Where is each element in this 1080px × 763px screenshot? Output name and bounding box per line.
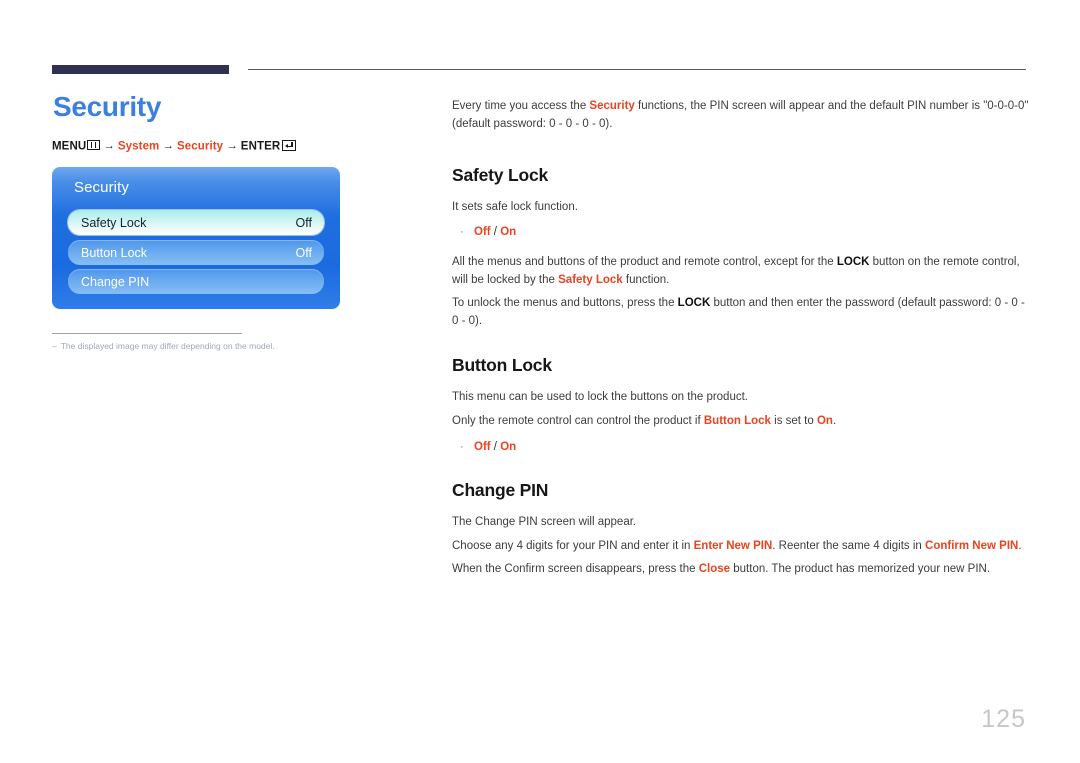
section-heading-change-pin: Change PIN: [452, 479, 549, 500]
change-pin-desc: The Change PIN screen will appear.: [452, 515, 637, 528]
note-text: Only the remote control can control the …: [452, 414, 704, 427]
osd-row-value: Off: [295, 245, 312, 260]
note-text: When the Confirm screen disappears, pres…: [452, 563, 699, 576]
intro-paragraph: Every time you access the Security funct…: [452, 98, 1032, 134]
section-heading-safety-lock: Safety Lock: [452, 164, 549, 185]
bullet-text: Off / On: [474, 439, 516, 456]
osd-row-change-pin[interactable]: Change PIN: [68, 269, 324, 295]
breadcrumb-step-security: Security: [177, 140, 224, 153]
enter-return-icon: [282, 139, 297, 151]
section-heading-button-lock: Button Lock: [452, 354, 552, 375]
safety-lock-options: · Off / On: [452, 224, 1032, 241]
note-button-lock-ref: Button Lock: [703, 414, 771, 427]
osd-row-label: Change PIN: [81, 274, 150, 289]
intro-highlight-security: Security: [589, 100, 635, 112]
safety-lock-note-2: To unlock the menus and buttons, press t…: [452, 295, 1032, 331]
menu-grid-icon: [87, 140, 101, 151]
note-text: button. The product has memorized your n…: [730, 563, 991, 576]
osd-row-safety-lock[interactable]: Safety Lock Off: [68, 210, 324, 236]
header-rules: [0, 0, 1080, 90]
bullet-dot-icon: ·: [460, 226, 464, 239]
left-column: Security MENU → System → Security → ENTER Secu…: [52, 91, 397, 353]
button-lock-note: Only the remote control can control the …: [452, 413, 1032, 431]
footnote-text: – The displayed image may differ dependin…: [52, 341, 306, 353]
note-text: All the menus and buttons of the product…: [452, 255, 837, 268]
page-title: Security: [53, 91, 162, 122]
change-pin-note-1: Choose any 4 digits for your PIN and ent…: [452, 538, 1032, 556]
note-text: is set to: [770, 414, 817, 427]
change-pin-note-2: When the Confirm screen disappears, pres…: [452, 561, 1032, 579]
option-off: Off: [474, 440, 491, 453]
note-text: function.: [622, 273, 670, 286]
option-separator: /: [490, 226, 501, 239]
breadcrumb-arrow-1: →: [103, 140, 115, 153]
osd-row-value: Off: [295, 215, 312, 230]
bullet-text: Off / On: [474, 224, 516, 241]
option-off: Off: [474, 226, 491, 239]
note-close-ref: Close: [698, 563, 731, 576]
breadcrumb-menu-label: MENU: [52, 140, 87, 153]
option-on: On: [500, 440, 517, 453]
header-rule-thick: [52, 65, 229, 74]
osd-row-button-lock[interactable]: Button Lock Off: [68, 240, 324, 266]
note-safety-lock-ref: Safety Lock: [558, 273, 623, 286]
note-confirm-new-pin-ref: Confirm New PIN: [925, 539, 1019, 552]
osd-row-label: Safety Lock: [81, 215, 147, 230]
breadcrumb-enter-label: ENTER: [240, 140, 281, 153]
osd-menu-title: Security: [74, 179, 129, 197]
safety-lock-desc: It sets safe lock function.: [452, 200, 578, 213]
safety-lock-note-1: All the menus and buttons of the product…: [452, 254, 1032, 290]
footnote: – The displayed image may differ dependin…: [52, 333, 306, 353]
osd-row-label: Button Lock: [81, 245, 148, 260]
note-text: To unlock the menus and buttons, press t…: [452, 297, 678, 310]
footnote-dash: –: [52, 341, 57, 352]
button-lock-desc: This menu can be used to lock the button…: [452, 390, 748, 403]
intro-part1: Every time you access the: [452, 100, 590, 112]
breadcrumb-step-system: System: [117, 140, 160, 153]
header-rule-thin: [248, 69, 1026, 70]
breadcrumb-arrow-2: →: [162, 140, 174, 153]
page-number: 125: [981, 705, 1026, 733]
option-on: On: [500, 226, 517, 239]
bullet-dot-icon: ·: [460, 440, 464, 453]
button-lock-options: · Off / On: [452, 439, 1032, 456]
note-on-ref: On: [816, 414, 833, 427]
right-column: Every time you access the Security funct…: [452, 98, 1032, 583]
note-text: .: [1018, 539, 1022, 552]
note-lock-key: LOCK: [836, 255, 870, 268]
osd-security-menu: Security Safety Lock Off Button Lock Off…: [52, 167, 340, 310]
note-text: .: [832, 414, 837, 427]
breadcrumb-arrow-3: →: [226, 140, 238, 153]
footnote-rule: [52, 333, 242, 335]
option-separator: /: [490, 440, 501, 453]
note-enter-new-pin-ref: Enter New PIN: [693, 539, 773, 552]
note-lock-key: LOCK: [677, 297, 711, 310]
note-text: . Reenter the same 4 digits in: [772, 539, 926, 552]
breadcrumb: MENU → System → Security → ENTER: [52, 139, 397, 153]
footnote-body: The displayed image may differ depending…: [60, 341, 275, 352]
note-text: Choose any 4 digits for your PIN and ent…: [452, 539, 694, 552]
